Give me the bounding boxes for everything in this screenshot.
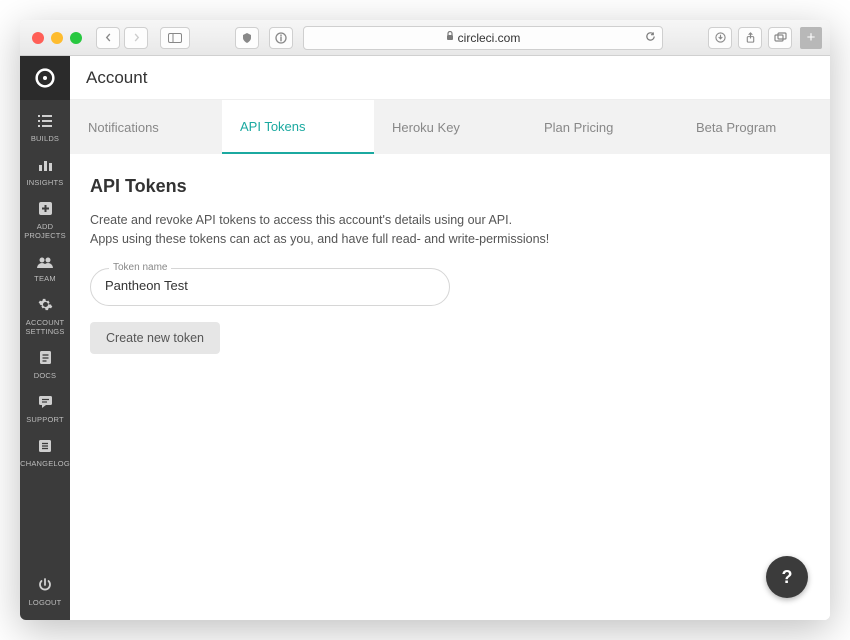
sidebar-item-label: INSIGHTS xyxy=(26,179,63,188)
tabs: Notifications API Tokens Heroku Key Plan… xyxy=(70,100,830,154)
changelog-icon xyxy=(38,439,52,457)
lock-icon xyxy=(446,31,454,44)
token-name-input[interactable] xyxy=(105,278,435,293)
plus-square-icon xyxy=(38,201,53,220)
tab-label: API Tokens xyxy=(240,119,306,134)
sidebar-item-label: DOCS xyxy=(34,372,56,381)
section-title: API Tokens xyxy=(90,176,810,197)
sidebar-item-label: SUPPORT xyxy=(26,416,64,425)
sidebar-item-changelog[interactable]: CHANGELOG xyxy=(20,431,70,475)
desc-line-2: Apps using these tokens can act as you, … xyxy=(90,232,549,246)
tab-label: Plan Pricing xyxy=(544,120,613,135)
back-button[interactable] xyxy=(96,27,120,49)
tab-notifications[interactable]: Notifications xyxy=(70,100,222,154)
sidebar-item-label: ACCOUNT SETTINGS xyxy=(25,319,64,336)
page-title: Account xyxy=(70,56,830,100)
traffic-lights xyxy=(32,32,82,44)
team-icon xyxy=(36,255,54,272)
new-tab-button[interactable]: + xyxy=(800,27,822,49)
sidebar: BUILDS INSIGHTS ADD PROJECTS TEAM xyxy=(20,56,70,620)
main-content: Account Notifications API Tokens Heroku … xyxy=(70,56,830,620)
token-name-field: Token name xyxy=(90,268,450,306)
sidebar-item-label: CHANGELOG xyxy=(20,460,70,469)
browser-window: circleci.com + xyxy=(20,20,830,620)
site-settings-button[interactable] xyxy=(269,27,293,49)
tabs-button[interactable] xyxy=(768,27,792,49)
tab-content: API Tokens Create and revoke API tokens … xyxy=(70,154,830,376)
field-label: Token name xyxy=(109,262,171,273)
close-window-button[interactable] xyxy=(32,32,44,44)
refresh-icon[interactable] xyxy=(645,31,656,45)
sidebar-item-builds[interactable]: BUILDS xyxy=(20,106,70,150)
sidebar-item-logout[interactable]: LOGOUT xyxy=(20,570,70,620)
list-icon xyxy=(37,114,53,132)
sidebar-item-add-projects[interactable]: ADD PROJECTS xyxy=(20,193,70,246)
sidebar-item-label: LOGOUT xyxy=(29,599,62,608)
gear-icon xyxy=(38,297,53,316)
tab-label: Beta Program xyxy=(696,120,776,135)
tab-beta-program[interactable]: Beta Program xyxy=(678,100,830,154)
app-container: BUILDS INSIGHTS ADD PROJECTS TEAM xyxy=(20,56,830,620)
desc-line-1: Create and revoke API tokens to access t… xyxy=(90,213,512,227)
sidebar-toggle-button[interactable] xyxy=(160,27,190,49)
url-text: circleci.com xyxy=(458,31,521,45)
chart-icon xyxy=(37,158,53,176)
help-fab[interactable]: ? xyxy=(766,556,808,598)
address-zone: circleci.com xyxy=(206,26,692,50)
sidebar-item-label: TEAM xyxy=(34,275,56,284)
sidebar-item-label: BUILDS xyxy=(31,135,59,144)
circleci-logo-icon xyxy=(35,68,55,88)
sidebar-item-insights[interactable]: INSIGHTS xyxy=(20,150,70,194)
forward-button[interactable] xyxy=(124,27,148,49)
tab-plan-pricing[interactable]: Plan Pricing xyxy=(526,100,678,154)
tab-heroku-key[interactable]: Heroku Key xyxy=(374,100,526,154)
downloads-button[interactable] xyxy=(708,27,732,49)
document-icon xyxy=(39,350,52,369)
maximize-window-button[interactable] xyxy=(70,32,82,44)
tab-label: Heroku Key xyxy=(392,120,460,135)
privacy-report-button[interactable] xyxy=(235,27,259,49)
chat-icon xyxy=(38,395,53,413)
sidebar-item-team[interactable]: TEAM xyxy=(20,247,70,290)
section-description: Create and revoke API tokens to access t… xyxy=(90,211,810,250)
sidebar-item-account-settings[interactable]: ACCOUNT SETTINGS xyxy=(20,289,70,342)
create-token-button[interactable]: Create new token xyxy=(90,322,220,354)
share-button[interactable] xyxy=(738,27,762,49)
sidebar-item-support[interactable]: SUPPORT xyxy=(20,387,70,431)
brand-logo[interactable] xyxy=(20,56,70,100)
power-icon xyxy=(38,578,52,596)
sidebar-item-label: ADD PROJECTS xyxy=(24,223,66,240)
tab-label: Notifications xyxy=(88,120,159,135)
titlebar: circleci.com + xyxy=(20,20,830,56)
address-bar[interactable]: circleci.com xyxy=(303,26,663,50)
tab-api-tokens[interactable]: API Tokens xyxy=(222,100,374,154)
minimize-window-button[interactable] xyxy=(51,32,63,44)
sidebar-item-docs[interactable]: DOCS xyxy=(20,342,70,387)
